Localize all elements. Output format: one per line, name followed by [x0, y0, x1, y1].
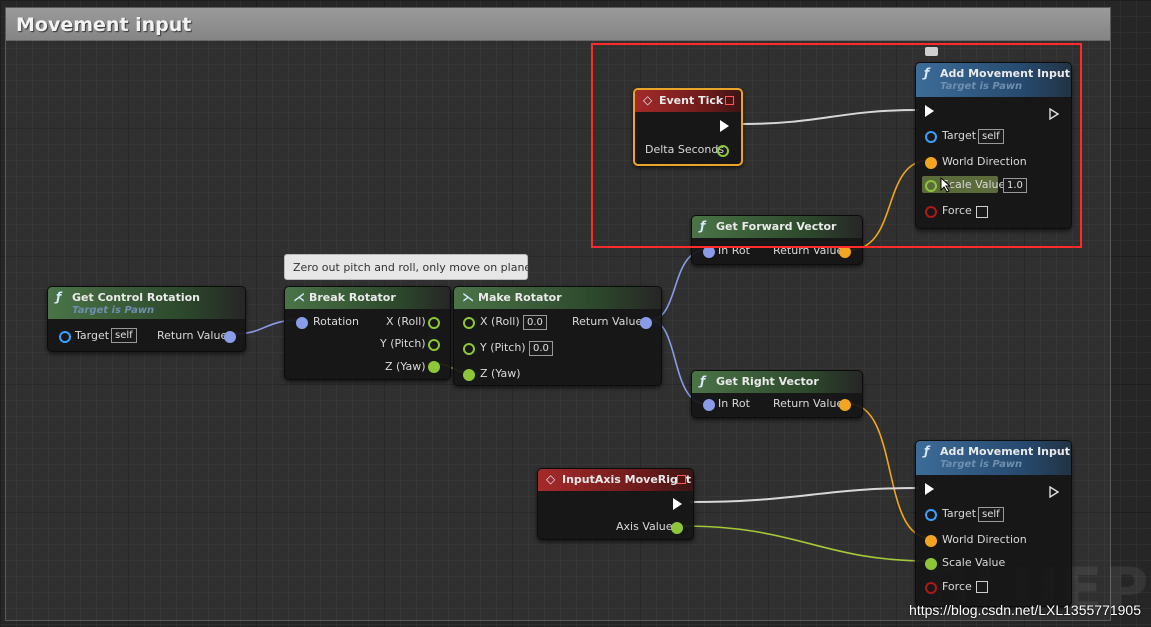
get-control-rotation-title: Get Control Rotation — [72, 291, 201, 304]
z-yaw-label: Z (Yaw) — [480, 367, 521, 380]
x-roll-label: X (Roll) — [386, 315, 426, 328]
axis-value-row: Axis Value — [616, 520, 673, 533]
graph-canvas[interactable]: Movement input BLUEPRI Zero out pitch an… — [0, 0, 1151, 627]
get-right-title: Get Right Vector — [716, 375, 819, 388]
input-axis-moveright-node[interactable]: ◇ InputAxis MoveRight Axis Value — [537, 468, 694, 540]
y-pitch-label: Y (Pitch) — [480, 341, 526, 354]
function-icon: ƒ — [700, 374, 706, 388]
exec-out-pin[interactable] — [1049, 483, 1060, 499]
get-right-header[interactable]: ƒ Get Right Vector — [692, 371, 862, 393]
target-label: Target — [942, 507, 977, 520]
force-checkbox[interactable] — [976, 581, 988, 593]
x-roll-pin[interactable] — [463, 317, 475, 329]
break-struct-icon: ⋌ — [293, 290, 305, 304]
return-value-label: Return Value — [572, 315, 643, 328]
break-rotator-title: Break Rotator — [309, 291, 396, 304]
event-diamond-icon: ◇ — [546, 472, 556, 486]
float-wire-axis — [681, 525, 931, 562]
get-control-rotation-node[interactable]: ƒ Get Control Rotation Target is Pawn Ta… — [47, 286, 246, 352]
exec-wire-input — [689, 487, 919, 503]
force-pin[interactable] — [925, 582, 937, 594]
break-rotator-header[interactable]: ⋌ Break Rotator — [285, 287, 450, 309]
node-comment-tooltip: Zero out pitch and roll, only move on pl… — [284, 254, 532, 280]
target-default[interactable]: self — [978, 507, 1004, 522]
return-value-row: Return Value — [157, 329, 227, 342]
exec-in-pin[interactable] — [925, 483, 934, 495]
target-default[interactable]: self — [111, 328, 137, 343]
return-value-row: Return Value — [773, 397, 843, 410]
input-axis-title: InputAxis MoveRight — [562, 473, 691, 486]
x-roll-default[interactable]: 0.0 — [523, 315, 547, 330]
z-yaw-pin[interactable] — [428, 361, 440, 373]
x-roll-label: X (Roll) — [480, 315, 520, 328]
return-value-pin[interactable] — [839, 399, 851, 411]
highlight-rectangle — [591, 43, 1082, 248]
world-direction-pin[interactable] — [925, 535, 937, 547]
in-rot-pin[interactable] — [703, 399, 715, 411]
return-value-pin[interactable] — [224, 331, 236, 343]
x-roll-row: X (Roll) — [480, 315, 520, 328]
add-movement-input-node-bottom[interactable]: ƒ Add Movement Input Target is Pawn Targ… — [915, 440, 1072, 607]
y-pitch-row: Y (Pitch) — [380, 337, 426, 350]
scale-value-pin[interactable] — [925, 558, 937, 570]
y-pitch-row: Y (Pitch) — [480, 341, 526, 354]
y-pitch-pin[interactable] — [463, 343, 475, 355]
y-pitch-default[interactable]: 0.0 — [529, 341, 553, 356]
make-rotator-node[interactable]: ⋋ Make Rotator X (Roll) 0.0 Y (Pitch) 0.… — [453, 286, 662, 386]
url-watermark: https://blog.csdn.net/LXL1355771905 — [909, 602, 1141, 618]
break-rotator-node[interactable]: ⋌ Break Rotator Rotation X (Roll) Y (Pit… — [284, 286, 451, 380]
z-yaw-label: Z (Yaw) — [385, 360, 426, 373]
get-control-rotation-subtitle: Target is Pawn — [72, 305, 155, 316]
y-pitch-pin[interactable] — [428, 339, 440, 351]
function-icon: ƒ — [56, 290, 62, 304]
axis-value-label: Axis Value — [616, 520, 673, 533]
world-direction-row: World Direction — [942, 533, 1027, 546]
scale-value-row: Scale Value — [942, 556, 1005, 569]
x-roll-pin[interactable] — [428, 317, 440, 329]
world-direction-label: World Direction — [942, 533, 1027, 546]
make-rotator-title: Make Rotator — [478, 291, 562, 304]
target-pin[interactable] — [925, 509, 937, 521]
mouse-cursor-icon — [940, 177, 952, 193]
exec-out-pin[interactable] — [673, 498, 682, 510]
return-value-label: Return Value — [157, 329, 228, 342]
rotation-row: Rotation — [313, 315, 359, 328]
in-rot-row: In Rot — [718, 397, 750, 410]
add-movement-title-bottom: Add Movement Input — [940, 445, 1070, 458]
return-value-pin[interactable] — [640, 317, 652, 329]
make-struct-icon: ⋋ — [462, 290, 474, 304]
scale-value-label: Scale Value — [942, 556, 1006, 569]
rotation-label: Rotation — [313, 315, 360, 328]
get-control-rotation-header[interactable]: ƒ Get Control Rotation Target is Pawn — [48, 287, 245, 319]
add-movement-subtitle-bottom: Target is Pawn — [940, 459, 1023, 470]
x-roll-row: X (Roll) — [386, 315, 426, 328]
in-rot-label: In Rot — [718, 397, 750, 410]
axis-value-pin[interactable] — [671, 522, 683, 534]
return-value-label: Return Value — [773, 397, 844, 410]
input-axis-header[interactable]: ◇ InputAxis MoveRight — [538, 469, 693, 491]
force-row: Force — [942, 580, 972, 593]
z-yaw-row: Z (Yaw) — [480, 367, 521, 380]
tooltip-text: Zero out pitch and roll, only move on pl… — [293, 261, 532, 274]
return-value-row: Return Value — [572, 315, 642, 328]
add-movement-header-bottom[interactable]: ƒ Add Movement Input Target is Pawn — [916, 441, 1071, 475]
target-label: Target — [75, 329, 110, 342]
target-row: Target — [942, 507, 976, 520]
target-pin[interactable] — [59, 331, 71, 343]
rotation-pin[interactable] — [296, 317, 308, 329]
force-label: Force — [942, 580, 972, 593]
z-yaw-pin[interactable] — [463, 369, 475, 381]
y-pitch-label: Y (Pitch) — [380, 337, 426, 350]
target-row: Target — [75, 329, 109, 342]
z-yaw-row: Z (Yaw) — [385, 360, 426, 373]
get-right-vector-node[interactable]: ƒ Get Right Vector In Rot Return Value — [691, 370, 863, 418]
make-rotator-header[interactable]: ⋋ Make Rotator — [454, 287, 661, 309]
function-icon: ƒ — [924, 444, 930, 458]
delegate-pin-icon[interactable] — [677, 475, 686, 484]
